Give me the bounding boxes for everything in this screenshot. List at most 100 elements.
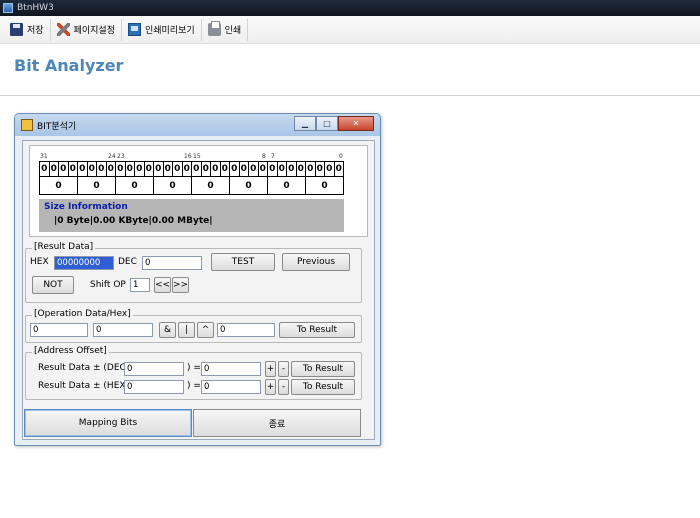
bit-cell[interactable]: 0 bbox=[192, 162, 202, 176]
dec-offset-field[interactable]: 0 bbox=[124, 362, 184, 376]
and-button[interactable]: & bbox=[159, 322, 176, 338]
bit-cell[interactable]: 0 bbox=[201, 162, 211, 176]
bit-cell[interactable]: 0 bbox=[334, 162, 343, 176]
bit-cell[interactable]: 0 bbox=[220, 162, 230, 176]
page-title: Bit Analyzer bbox=[14, 56, 124, 75]
byte-cell: 0 bbox=[192, 177, 230, 194]
bit-cell[interactable]: 0 bbox=[163, 162, 173, 176]
hex-offset-equals: ) = bbox=[187, 381, 201, 391]
bit-cell[interactable]: 0 bbox=[135, 162, 145, 176]
maximize-button[interactable]: □ bbox=[316, 116, 338, 131]
page-setup-button[interactable]: 페이지설정 bbox=[51, 18, 122, 41]
page-setup-icon bbox=[56, 23, 70, 36]
hex-offset-minus-button[interactable]: - bbox=[278, 379, 289, 395]
shift-left-button[interactable]: << bbox=[154, 277, 171, 293]
bit-index-23: 23 bbox=[117, 153, 125, 160]
close-icon: ✕ bbox=[352, 119, 360, 128]
hex-label: HEX bbox=[30, 257, 49, 267]
bit-cell[interactable]: 0 bbox=[144, 162, 154, 176]
print-preview-button[interactable]: 인쇄미리보기 bbox=[122, 18, 202, 41]
dec-label: DEC bbox=[118, 257, 137, 267]
shift-right-button[interactable]: >> bbox=[172, 277, 189, 293]
dialog-window-controls: ▁ □ ✕ bbox=[294, 116, 374, 131]
bit-cell[interactable]: 0 bbox=[68, 162, 78, 176]
bit-cell[interactable]: 0 bbox=[87, 162, 97, 176]
bit-cell[interactable]: 0 bbox=[211, 162, 221, 176]
bit-cell[interactable]: 0 bbox=[78, 162, 88, 176]
byte-cell: 0 bbox=[78, 177, 116, 194]
test-button[interactable]: TEST bbox=[211, 253, 275, 271]
bit-cell[interactable]: 0 bbox=[40, 162, 50, 176]
bit-cell[interactable]: 0 bbox=[249, 162, 259, 176]
hex-field[interactable]: 00000000 bbox=[54, 256, 114, 270]
print-preview-icon bbox=[127, 23, 141, 36]
print-label: 인쇄 bbox=[224, 26, 242, 36]
bit-cell[interactable]: 0 bbox=[306, 162, 316, 176]
bit-cell[interactable]: 0 bbox=[116, 162, 126, 176]
operand-b-field[interactable]: 0 bbox=[93, 323, 153, 337]
bit-cell[interactable]: 0 bbox=[49, 162, 59, 176]
byte-cell: 0 bbox=[230, 177, 268, 194]
xor-button[interactable]: ^ bbox=[197, 322, 214, 338]
hex-offset-to-result-button[interactable]: To Result bbox=[291, 379, 355, 395]
or-button[interactable]: | bbox=[178, 322, 195, 338]
operation-result-field[interactable]: 0 bbox=[217, 323, 275, 337]
mapping-bits-button[interactable]: Mapping Bits bbox=[24, 409, 192, 437]
address-offset-legend: [Address Offset] bbox=[32, 346, 109, 356]
minimize-button[interactable]: ▁ bbox=[294, 116, 316, 131]
exit-button[interactable]: 종료 bbox=[193, 409, 361, 437]
bit-cell[interactable]: 0 bbox=[296, 162, 306, 176]
operation-to-result-button[interactable]: To Result bbox=[279, 322, 355, 338]
bit-index-15: 15 bbox=[193, 153, 201, 160]
operand-a-field[interactable]: 0 bbox=[30, 323, 88, 337]
hex-offset-label: Result Data ± (HEX bbox=[38, 381, 126, 391]
dec-offset-minus-button[interactable]: - bbox=[278, 361, 289, 377]
bit-cell[interactable]: 0 bbox=[287, 162, 297, 176]
print-preview-label: 인쇄미리보기 bbox=[144, 26, 195, 36]
bit-cell[interactable]: 0 bbox=[154, 162, 164, 176]
page-setup-label: 페이지설정 bbox=[73, 26, 115, 36]
dec-offset-result-field[interactable]: 0 bbox=[201, 362, 261, 376]
bit-cell[interactable]: 0 bbox=[173, 162, 183, 176]
dec-offset-to-result-button[interactable]: To Result bbox=[291, 361, 355, 377]
close-button[interactable]: ✕ bbox=[338, 116, 374, 131]
hex-offset-result-field[interactable]: 0 bbox=[201, 380, 261, 394]
dec-offset-plus-button[interactable]: + bbox=[265, 361, 276, 377]
bit-cells-row: 00000000000000000000000000000000 bbox=[39, 161, 344, 177]
bit-cell[interactable]: 0 bbox=[97, 162, 107, 176]
bit-cell[interactable]: 0 bbox=[325, 162, 335, 176]
dialog-title: BIT분석기 bbox=[37, 121, 77, 132]
dec-field[interactable]: 0 bbox=[142, 256, 202, 270]
result-data-group: [Result Data] HEX 00000000 DEC 0 TEST Pr… bbox=[25, 242, 362, 303]
bit-display-panel: 31 24 23 16 15 8 7 0 0000000000000000000… bbox=[29, 145, 368, 237]
print-icon bbox=[207, 21, 221, 36]
bit-cell[interactable]: 0 bbox=[239, 162, 249, 176]
byte-cells-row: 00000000 bbox=[39, 177, 344, 195]
print-button[interactable]: 인쇄 bbox=[202, 18, 249, 41]
hex-offset-field[interactable]: 0 bbox=[124, 380, 184, 394]
save-button[interactable]: 저장 bbox=[4, 18, 51, 41]
bit-cell[interactable]: 0 bbox=[258, 162, 268, 176]
not-button[interactable]: NOT bbox=[32, 276, 74, 294]
bit-cell[interactable]: 0 bbox=[59, 162, 69, 176]
bit-cell[interactable]: 0 bbox=[125, 162, 135, 176]
byte-cell: 0 bbox=[321, 180, 328, 191]
bit-cell[interactable]: 0 bbox=[277, 162, 287, 176]
byte-cell: 0 bbox=[116, 177, 154, 194]
bit-cell[interactable]: 0 bbox=[230, 162, 240, 176]
shift-amount-field[interactable]: 1 bbox=[130, 278, 150, 292]
bit-cell[interactable]: 0 bbox=[268, 162, 278, 176]
hex-offset-plus-button[interactable]: + bbox=[265, 379, 276, 395]
dialog-app-icon bbox=[21, 119, 33, 131]
byte-cell: 0 bbox=[268, 177, 306, 194]
previous-button[interactable]: Previous bbox=[282, 253, 350, 271]
bit-cell[interactable]: 0 bbox=[106, 162, 116, 176]
bit-cell[interactable]: 0 bbox=[182, 162, 192, 176]
window-title: BtnHW3 bbox=[17, 3, 54, 13]
bit-cell[interactable]: 0 bbox=[315, 162, 325, 176]
save-label: 저장 bbox=[27, 26, 44, 36]
size-information-value: |0 Byte|0.00 KByte|0.00 MByte| bbox=[54, 216, 213, 226]
save-icon bbox=[10, 23, 23, 36]
dialog-title-bar[interactable]: BIT분석기 ▁ □ ✕ bbox=[15, 114, 380, 136]
result-data-legend: [Result Data] bbox=[32, 242, 96, 252]
